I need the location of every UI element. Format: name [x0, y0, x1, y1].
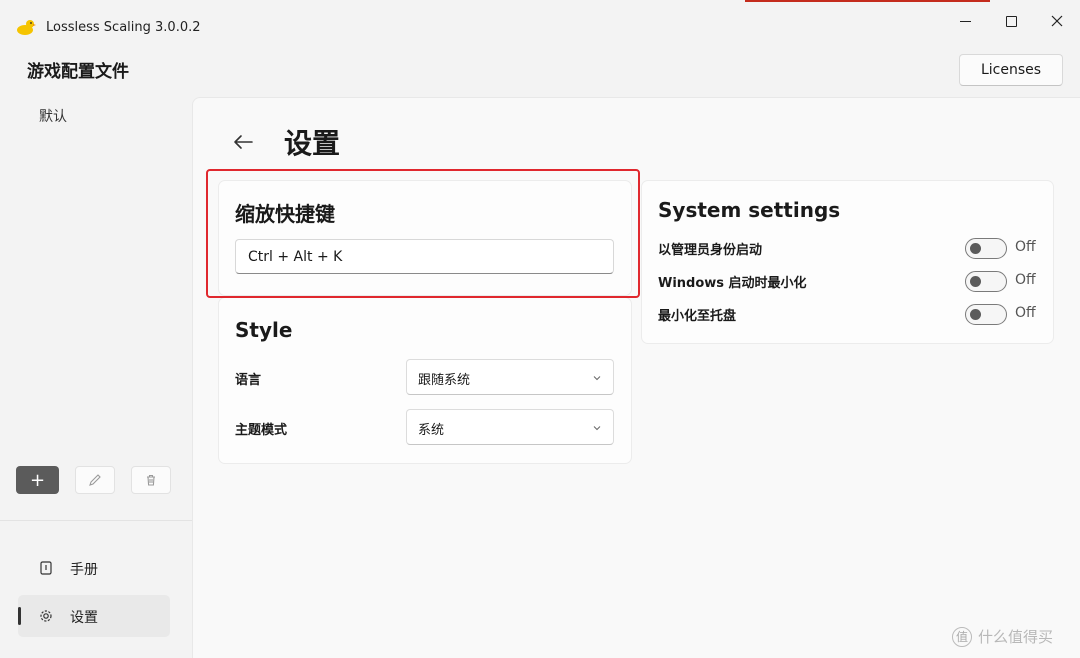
app-duck-icon	[16, 18, 36, 36]
maximize-button[interactable]	[988, 6, 1034, 36]
start-minimized-label: Windows 启动时最小化	[658, 276, 807, 291]
chevron-down-icon	[593, 426, 601, 431]
back-button[interactable]	[229, 128, 257, 156]
watermark-text: 什么值得买	[978, 628, 1054, 646]
nav-selected-indicator	[18, 607, 21, 625]
plus-icon: +	[29, 469, 46, 491]
gear-icon	[38, 608, 54, 624]
toggle-knob	[970, 243, 981, 254]
delete-profile-button[interactable]	[131, 466, 171, 494]
language-select-value: 跟随系统	[418, 373, 471, 388]
language-select[interactable]: 跟随系统	[406, 359, 614, 395]
minimize-icon	[959, 20, 971, 22]
watermark-badge: 值	[952, 626, 972, 647]
book-icon	[38, 560, 54, 576]
edit-profile-button[interactable]	[75, 466, 115, 494]
watermark: 值 什么值得买	[952, 626, 1053, 647]
close-icon	[1051, 15, 1063, 27]
style-card-title: Style	[235, 318, 293, 342]
theme-select[interactable]: 系统	[406, 409, 614, 445]
nav-item-settings[interactable]: 设置	[18, 595, 170, 637]
trash-icon	[147, 474, 155, 486]
start-minimized-toggle[interactable]	[965, 271, 1007, 292]
minimize-to-tray-label: 最小化至托盘	[658, 309, 737, 324]
page-title: 设置	[284, 127, 341, 160]
nav-label-settings: 设置	[70, 610, 98, 626]
minimize-button[interactable]	[942, 6, 988, 36]
nav-item-manual[interactable]: 手册	[18, 547, 170, 589]
back-arrow-icon	[234, 135, 253, 149]
sidebar-divider	[0, 520, 192, 521]
run-as-admin-state: Off	[1015, 239, 1036, 255]
run-as-admin-label: 以管理员身份启动	[658, 243, 763, 258]
theme-select-value: 系统	[418, 423, 445, 438]
add-profile-button[interactable]: +	[16, 466, 59, 494]
theme-label: 主题模式	[235, 423, 288, 438]
language-label: 语言	[235, 373, 262, 388]
toggle-knob	[970, 309, 981, 320]
minimize-to-tray-toggle[interactable]	[965, 304, 1007, 325]
start-minimized-state: Off	[1015, 272, 1036, 288]
pencil-icon	[89, 474, 101, 486]
profiles-heading: 游戏配置文件	[27, 62, 129, 82]
licenses-button[interactable]: Licenses	[959, 54, 1063, 86]
system-settings-title: System settings	[658, 198, 841, 222]
close-button[interactable]	[1034, 6, 1080, 36]
maximize-icon	[1005, 15, 1017, 27]
title-bar: Lossless Scaling 3.0.0.2	[0, 0, 1080, 44]
toggle-knob	[970, 276, 981, 287]
minimize-to-tray-state: Off	[1015, 305, 1036, 321]
profile-item-default[interactable]: 默认	[39, 106, 67, 126]
nav-label-manual: 手册	[70, 562, 98, 578]
run-as-admin-toggle[interactable]	[965, 238, 1007, 259]
app-title: Lossless Scaling 3.0.0.2	[46, 20, 201, 35]
chevron-down-icon	[593, 376, 601, 381]
highlight-annotation	[206, 169, 640, 298]
